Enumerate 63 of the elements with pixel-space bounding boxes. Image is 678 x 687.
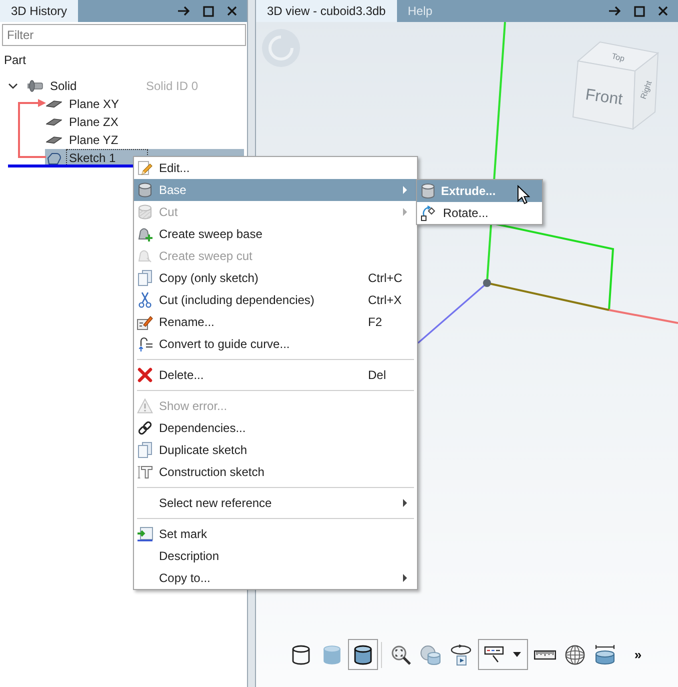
bar-pointer-icon [484, 646, 504, 663]
cylinder-icon [137, 182, 153, 198]
maximize-icon[interactable] [634, 6, 645, 16]
tree-item[interactable]: Plane XY [45, 95, 122, 113]
shaded-cylinder-icon [323, 644, 342, 664]
mouse-pointer-icon [517, 185, 530, 205]
more-button[interactable]: » [628, 647, 648, 662]
caret-down-icon [513, 652, 522, 657]
maximize-icon[interactable] [203, 6, 214, 16]
sketch-shape-icon [47, 152, 61, 164]
filter-field[interactable]: Filter [2, 24, 246, 46]
peg-icon [27, 80, 43, 92]
link-icon [137, 420, 153, 436]
close-icon[interactable] [658, 6, 668, 16]
pages-icon [137, 270, 153, 286]
t-beam-icon [137, 464, 153, 480]
plate-icon [46, 100, 62, 108]
tree-item[interactable]: Solid [26, 77, 80, 95]
shortcut-label: F2 [368, 315, 382, 329]
zoom-fit-icon[interactable] [391, 644, 412, 664]
menu-item[interactable]: Rotate... [417, 202, 542, 224]
dimension-cylinder-icon[interactable] [594, 644, 616, 665]
panel-tab[interactable]: 3D History [0, 0, 78, 22]
shortcut-label: Ctrl+C [368, 271, 402, 285]
orbit-play-icon[interactable] [450, 644, 472, 666]
reference-arrow [18, 99, 46, 158]
tree-item[interactable]: Plane ZX [45, 113, 122, 131]
hatched-cylinder-icon [137, 204, 153, 220]
shortcut-label: Ctrl+X [368, 293, 402, 307]
cube-face-label: Right [638, 80, 654, 100]
shortcut-label: Del [368, 368, 386, 382]
rotate-arrow-icon [421, 205, 437, 221]
chevron-down-icon[interactable] [8, 83, 18, 89]
pages-icon [137, 442, 153, 458]
cube-face-label: Front [584, 86, 624, 108]
cross-icon [137, 367, 153, 383]
plate-icon [46, 118, 62, 126]
cube-face-label: Top [610, 52, 626, 64]
horizontal-axis-line [608, 309, 678, 324]
wire-sphere-icon[interactable] [565, 644, 586, 664]
bell-plus-icon [137, 226, 153, 242]
outlined-cylinder-icon [354, 644, 372, 664]
panel-tab[interactable]: 3D view - cuboid3.3db [256, 0, 397, 22]
pencil-document-icon [137, 314, 153, 330]
scissors-icon [137, 292, 153, 308]
close-icon[interactable] [227, 6, 237, 16]
plate-icon [46, 136, 62, 144]
pencil-icon [137, 160, 153, 176]
arrow-icon[interactable] [609, 6, 621, 16]
cylinder-outline-icon [292, 644, 310, 664]
guide-curve-icon [137, 336, 153, 352]
arrow-icon[interactable] [178, 6, 190, 16]
origin-dot-icon [483, 279, 491, 287]
tree-item[interactable]: Plane YZ [45, 131, 122, 149]
sphere-cylinder-icon[interactable] [420, 644, 442, 664]
ruler-icon[interactable] [534, 650, 556, 660]
section-label: Part [3, 52, 28, 69]
bell-icon [137, 248, 153, 264]
cylinder-icon [421, 183, 435, 199]
view-mode-button[interactable] [348, 639, 378, 670]
warning-icon [137, 398, 153, 414]
tree-item-note: Solid ID 0 [146, 79, 198, 93]
display-options-dropdown[interactable] [478, 639, 528, 670]
